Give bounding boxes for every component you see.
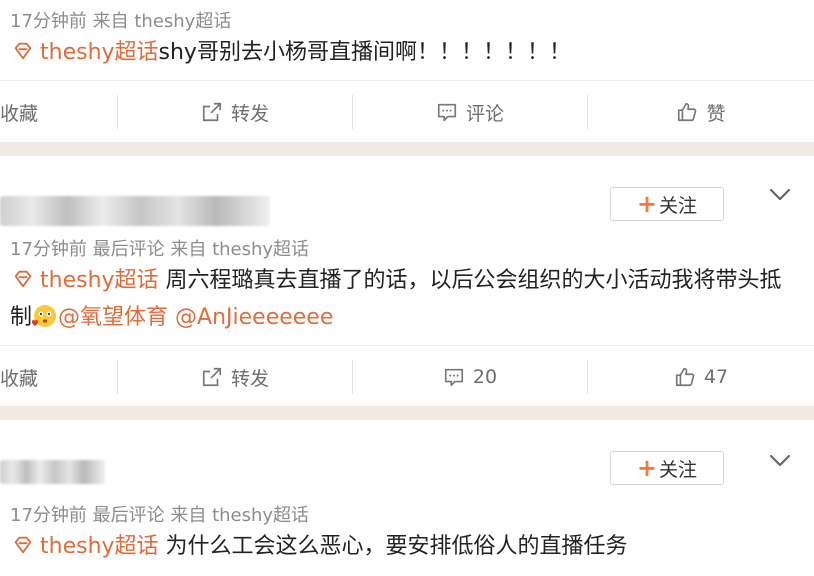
comment-icon	[437, 103, 457, 122]
post-card-1: 17分钟前 来自 theshy超话 theshy超话shy哥别去小杨哥直播间啊！…	[0, 0, 814, 140]
post-meta: 17分钟前 来自 theshy超话	[10, 11, 232, 32]
like-label: 赞	[706, 102, 726, 125]
repost-label: 转发	[230, 102, 269, 125]
supertopic-tag-icon	[14, 270, 32, 288]
like-icon	[675, 367, 695, 387]
post-body: shy哥别去小杨哥直播间啊！！！！！！！	[158, 40, 571, 65]
share-icon	[202, 102, 222, 122]
chevron-down-icon[interactable]	[769, 454, 791, 468]
card-gap	[0, 142, 814, 156]
comment-label: 评论	[465, 102, 504, 125]
post-body-line2: 制	[10, 305, 33, 330]
repost-button[interactable]: 转发	[118, 346, 352, 408]
supertopic-link[interactable]: theshy超话	[40, 40, 159, 65]
post-card-2: + 关注 17分钟前 最后评论 来自 theshy超话 theshy超话 周六程…	[0, 156, 814, 406]
card-gap	[0, 406, 814, 420]
supertopic-link[interactable]: theshy超话	[40, 534, 159, 559]
chevron-down-icon[interactable]	[769, 188, 791, 202]
repost-button[interactable]: 转发	[118, 81, 352, 143]
post-meta: 17分钟前 最后评论 来自 theshy超话	[10, 505, 310, 526]
comment-count: 20	[472, 366, 498, 388]
post-body: 为什么工会这么恶心，要安排低俗人的直播任务	[165, 534, 628, 559]
comment-button[interactable]: 评论	[353, 81, 587, 143]
follow-label: 关注	[659, 194, 698, 217]
collect-label: 收藏	[0, 102, 39, 125]
follow-button[interactable]: + 关注	[610, 451, 724, 485]
collect-label: 收藏	[0, 367, 39, 390]
repost-label: 转发	[230, 367, 269, 390]
share-icon	[202, 367, 222, 387]
mention-link[interactable]: @氧望体育	[58, 305, 168, 330]
follow-button[interactable]: + 关注	[610, 187, 724, 221]
mention-link[interactable]: @AnJieeeeeee	[175, 305, 333, 330]
username-redacted	[0, 196, 270, 226]
post-meta: 17分钟前 最后评论 来自 theshy超话	[10, 239, 310, 260]
collect-button[interactable]: 收藏	[0, 81, 40, 143]
post-text: theshy超话 周六程璐真去直播了的话，以后公会组织的大小活动我将带头抵	[0, 264, 782, 298]
like-button[interactable]: 47	[588, 346, 814, 408]
post-text-line2: 制 @氧望体育 @AnJieeeeeee	[10, 301, 333, 335]
username-redacted	[0, 460, 105, 484]
post-text: theshy超话shy哥别去小杨哥直播间啊！！！！！！！	[0, 36, 571, 70]
supertopic-tag-icon	[14, 536, 32, 554]
comment-button[interactable]: 20	[353, 346, 587, 408]
supertopic-link[interactable]: theshy超话	[40, 268, 159, 293]
collect-button[interactable]: 收藏	[0, 346, 40, 408]
like-count: 47	[703, 366, 729, 388]
like-button[interactable]: 赞	[588, 81, 814, 143]
post-text: theshy超话 为什么工会这么恶心，要安排低俗人的直播任务	[0, 530, 628, 564]
follow-label: 关注	[659, 458, 698, 481]
action-bar: 收藏 转发 评论 赞	[0, 80, 814, 142]
like-icon	[678, 102, 697, 122]
action-bar: 收藏 转发 20 47	[0, 345, 814, 407]
emoji-icon	[32, 305, 57, 327]
plus-icon: +	[636, 454, 658, 482]
comment-icon	[444, 368, 463, 387]
supertopic-tag-icon	[14, 42, 32, 60]
plus-icon: +	[636, 190, 658, 218]
post-card-3: + 关注 17分钟前 最后评论 来自 theshy超话 theshy超话 为什么…	[0, 420, 814, 576]
post-body-line1: 周六程璐真去直播了的话，以后公会组织的大小活动我将带头抵	[165, 268, 782, 293]
